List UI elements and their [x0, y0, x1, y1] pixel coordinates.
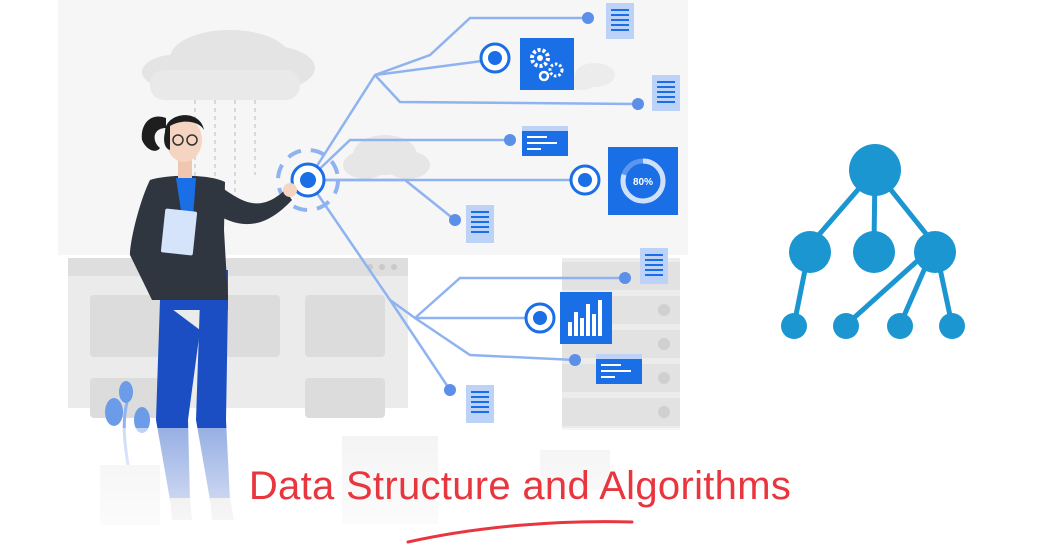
title-underline — [406, 520, 634, 544]
document-icon — [606, 3, 634, 39]
tree-structure-icon — [781, 144, 965, 339]
gears-icon — [520, 38, 574, 90]
gauge-icon: 80% — [608, 147, 678, 215]
document-icon — [466, 205, 494, 243]
bar-chart-icon — [560, 292, 612, 344]
code-window-icon — [522, 126, 568, 156]
gauge-label: 80% — [633, 177, 653, 188]
title-block: Data Structure and Algorithms — [0, 462, 1040, 510]
page-title: Data Structure and Algorithms — [248, 464, 792, 508]
code-window-icon — [596, 354, 642, 384]
document-icon — [652, 75, 680, 111]
document-icon — [466, 385, 494, 423]
document-icon — [640, 248, 668, 284]
